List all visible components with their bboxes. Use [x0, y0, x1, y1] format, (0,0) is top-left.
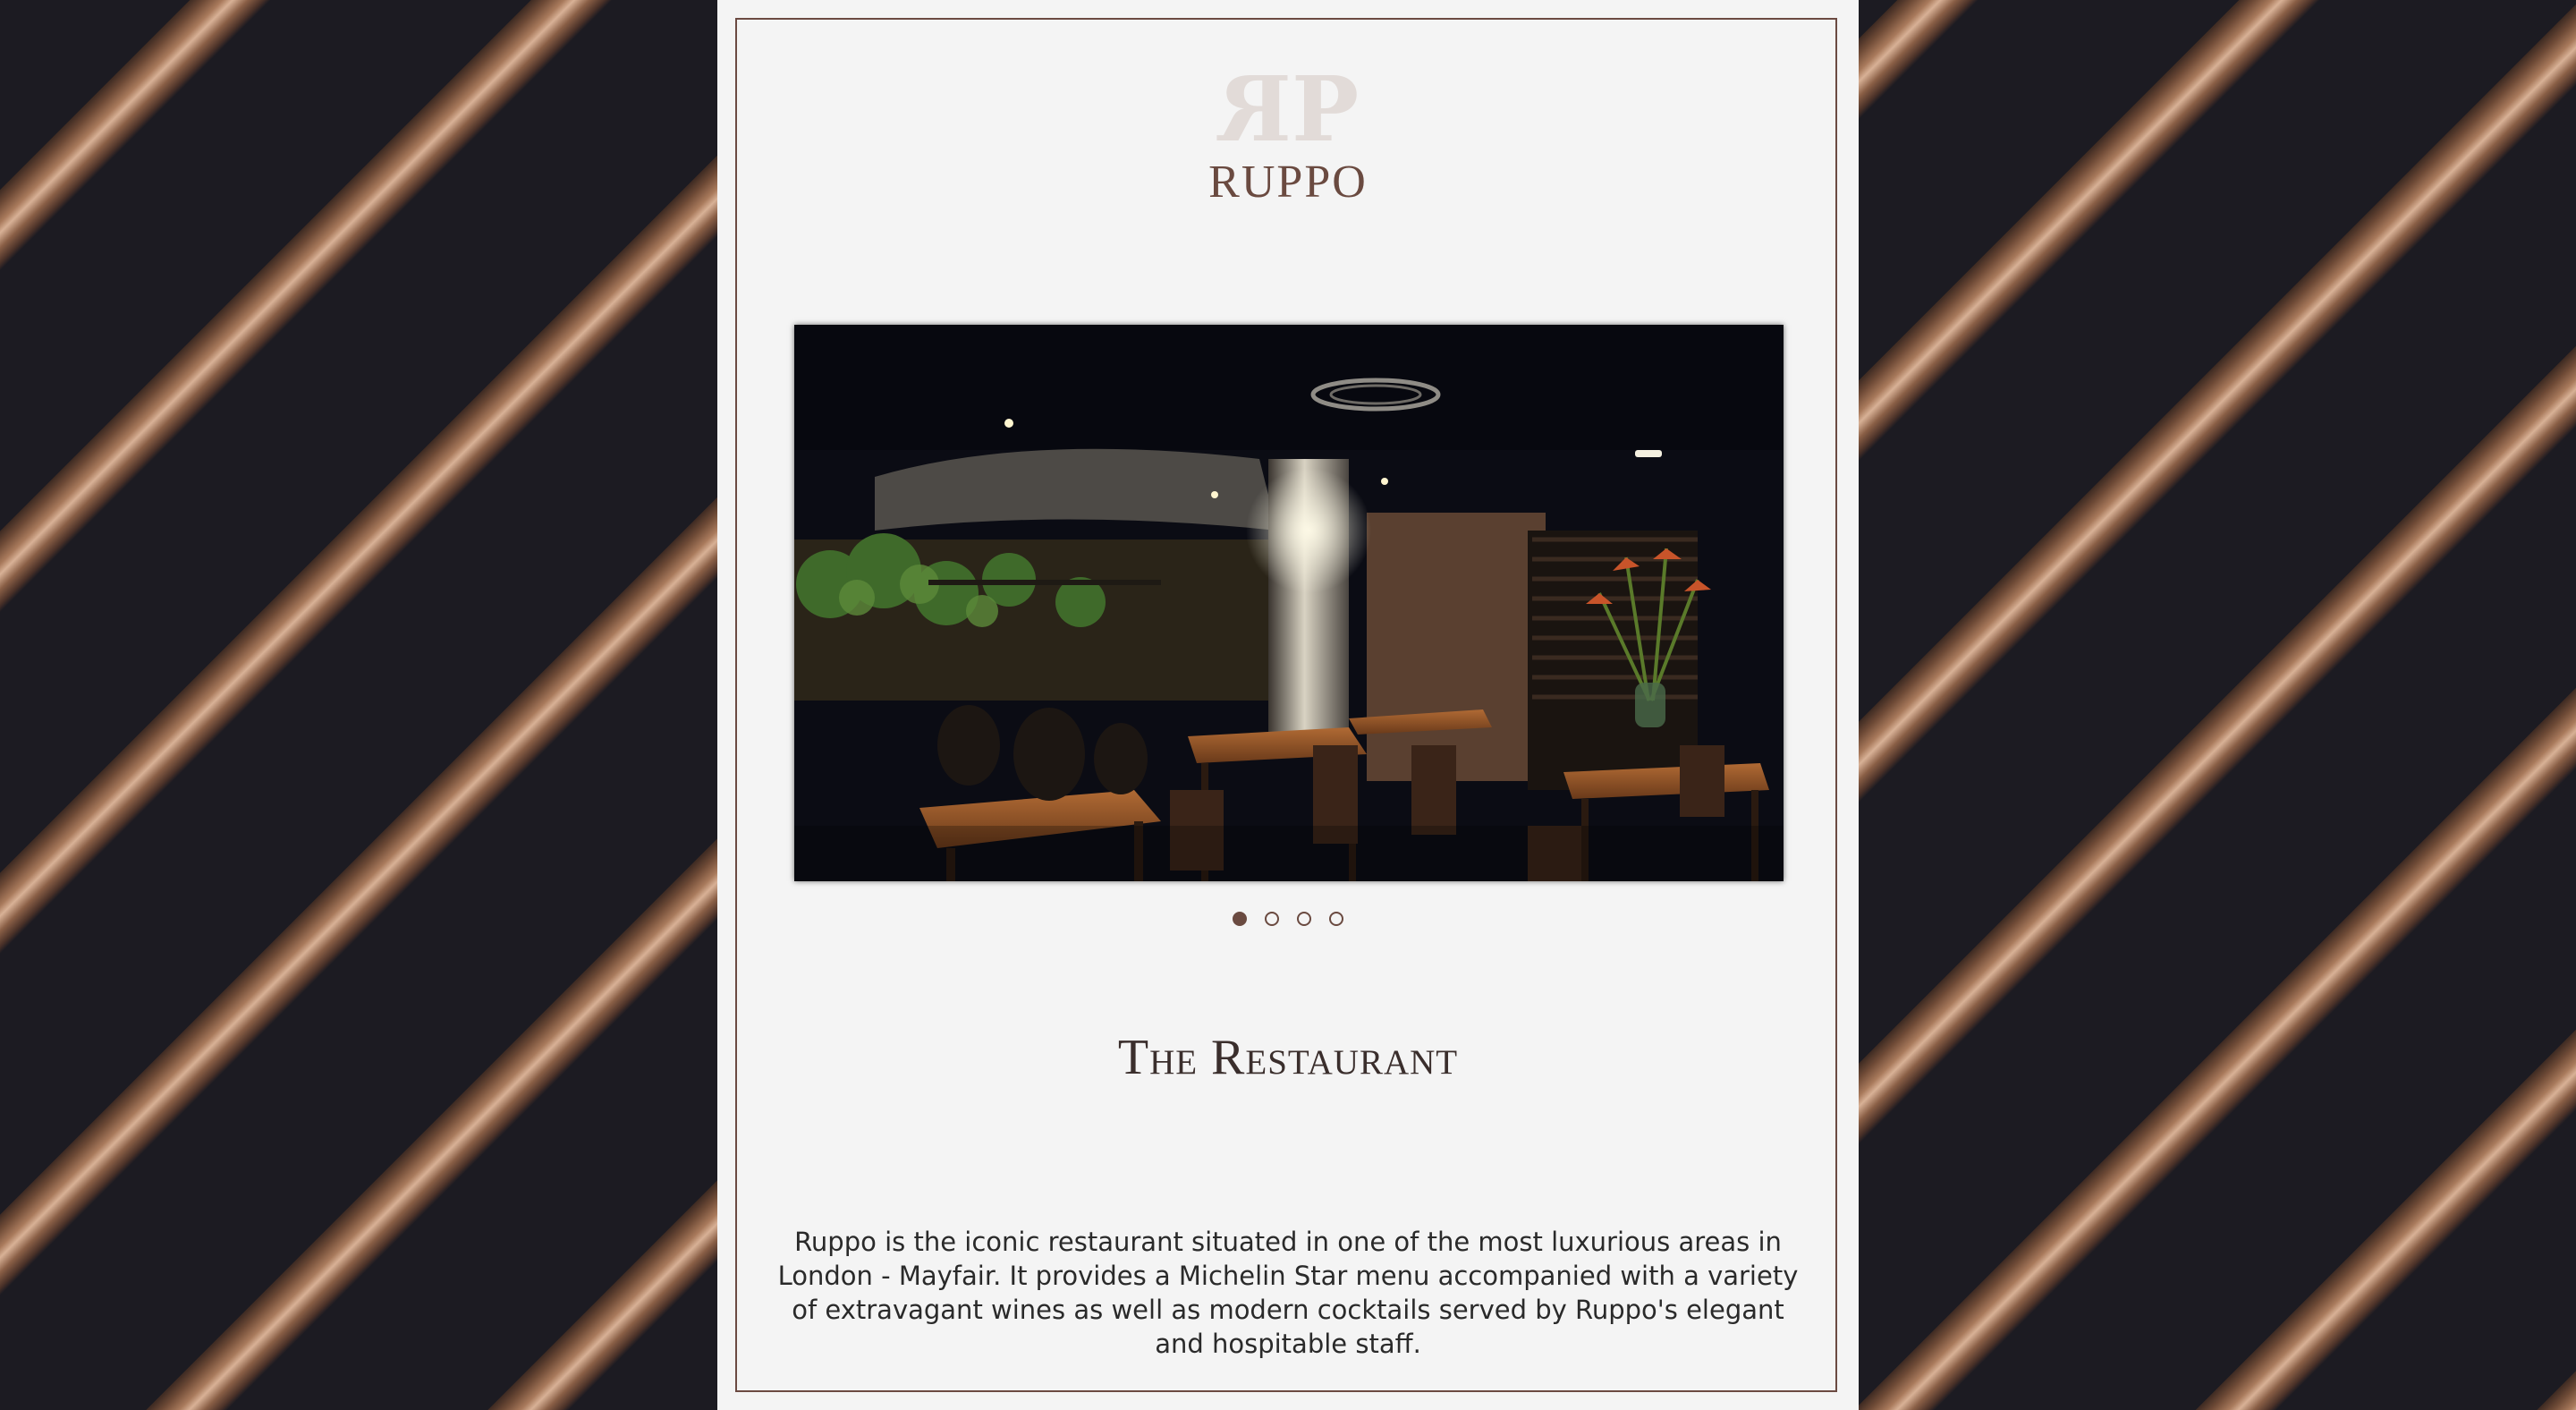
carousel-dot-1[interactable] [1233, 912, 1247, 926]
content-panel: RP RUPPO The Restaurant Ruppo is the ico… [717, 0, 1859, 1410]
carousel-indicators [717, 912, 1859, 926]
carousel-dot-4[interactable] [1329, 912, 1343, 926]
carousel-dot-3[interactable] [1297, 912, 1311, 926]
carousel-dot-2[interactable] [1265, 912, 1279, 926]
carousel-image[interactable] [794, 325, 1784, 881]
brand-name: RUPPO [1208, 157, 1368, 208]
page-background: RP RUPPO The Restaurant Ruppo is the ico… [0, 0, 2576, 1410]
logo-monogram: RP [717, 56, 1859, 162]
section-heading: The Restaurant [1117, 1030, 1459, 1085]
restaurant-description: Ruppo is the iconic restaurant situated … [777, 1227, 1799, 1359]
monogram-letter-r: R [1220, 56, 1292, 162]
monogram-letter-p: P [1291, 56, 1359, 162]
restaurant-interior-photo [794, 325, 1784, 881]
